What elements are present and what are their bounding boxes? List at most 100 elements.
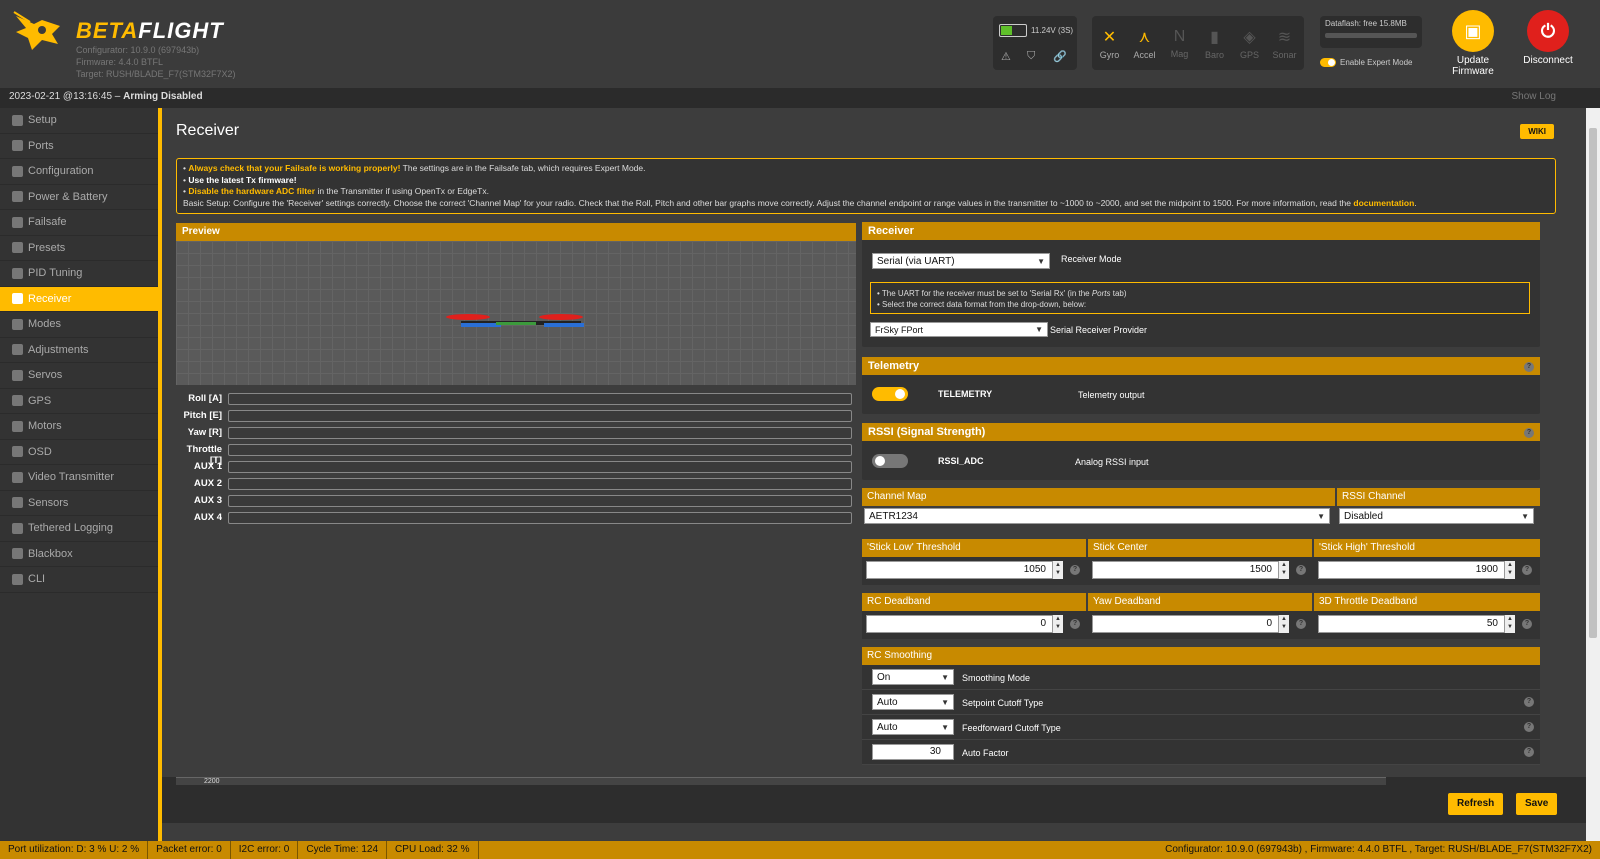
sidebar-item-label: CLI xyxy=(28,573,46,586)
refresh-button[interactable]: Refresh xyxy=(1448,793,1504,815)
sidebar-item-adjustments[interactable]: Adjustments xyxy=(0,338,160,363)
disconnect-button[interactable]: ⏻ Disconnect xyxy=(1512,10,1584,66)
stepper-icon[interactable]: ▲ ▼ xyxy=(1504,561,1515,579)
sidebar-item-ports[interactable]: Ports xyxy=(0,134,160,159)
sidebar-item-icon xyxy=(12,191,23,203)
stepper-icon[interactable]: ▲ ▼ xyxy=(1278,561,1289,579)
rc-deadband-input[interactable]: 0 xyxy=(866,615,1063,633)
telemetry-toggle[interactable] xyxy=(872,387,908,401)
documentation-link[interactable]: documentation xyxy=(1353,198,1414,208)
sidebar-item-sensors[interactable]: Sensors xyxy=(0,491,160,516)
save-button[interactable]: Save xyxy=(1516,793,1558,815)
help-icon[interactable]: ? xyxy=(1524,722,1534,732)
channel-map-input[interactable]: AETR1234 ▼ xyxy=(864,508,1330,524)
smoothing-value: Auto xyxy=(877,721,898,733)
show-log-link[interactable]: Show Log xyxy=(1512,91,1556,102)
rc-graph: 2200 xyxy=(176,777,1386,785)
help-icon[interactable]: ? xyxy=(1070,565,1080,575)
sidebar-item-power-battery[interactable]: Power & Battery xyxy=(0,185,160,210)
sidebar-item-failsafe[interactable]: Failsafe xyxy=(0,210,160,236)
sidebar-item-label: Tethered Logging xyxy=(28,522,114,535)
stick-center-input[interactable]: 1500 xyxy=(1092,561,1289,579)
smoothing-row: On ▼ Smoothing Mode xyxy=(862,665,1540,690)
rssi-toggle[interactable] xyxy=(872,454,908,468)
sidebar-item-label: Presets xyxy=(28,241,66,254)
channel-row: AUX 2 xyxy=(176,477,856,491)
stepper-icon[interactable]: ▲ ▼ xyxy=(1052,615,1063,633)
channel-meter xyxy=(228,393,852,405)
stick-low-header: 'Stick Low' Threshold xyxy=(862,539,1086,557)
receiver-notes: • Always check that your Failsafe is wor… xyxy=(176,158,1556,214)
wiki-button[interactable]: WIKI xyxy=(1520,124,1554,139)
help-icon[interactable]: ? xyxy=(1522,565,1532,575)
sidebar-item-motors[interactable]: Motors xyxy=(0,414,160,440)
sidebar-item-tethered-logging[interactable]: Tethered Logging xyxy=(0,516,160,542)
uart-note-2: • Select the correct data format from th… xyxy=(877,300,1087,309)
uart-note-ports: Ports xyxy=(1091,289,1111,298)
sidebar-item-blackbox[interactable]: Blackbox xyxy=(0,542,160,567)
help-icon[interactable]: ? xyxy=(1524,697,1534,707)
sidebar-item-pid-tuning[interactable]: PID Tuning xyxy=(0,261,160,287)
smoothing-select[interactable]: Auto ▼ xyxy=(872,694,954,710)
smoothing-row: 30 Auto Factor? xyxy=(862,740,1540,765)
sonar-icon: ≋ xyxy=(1277,28,1292,46)
stick-low-input[interactable]: 1050 xyxy=(866,561,1063,579)
sidebar-item-presets[interactable]: Presets xyxy=(0,236,160,261)
receiver-mode-select[interactable]: Serial (via UART) ▼ xyxy=(872,253,1050,269)
bottom-bar: 2200 Refresh Save xyxy=(162,777,1586,823)
dataflash-bar xyxy=(1325,33,1417,38)
sidebar-item-receiver[interactable]: Receiver xyxy=(0,286,160,312)
sidebar-item-icon xyxy=(12,318,23,330)
cpu-load: CPU Load: 32 % xyxy=(387,841,479,859)
sidebar-item-gps[interactable]: GPS xyxy=(0,389,160,414)
sidebar-item-label: Modes xyxy=(28,318,62,331)
sidebar-item-video-transmitter[interactable]: Video Transmitter xyxy=(0,465,160,491)
chevron-down-icon: ▼ xyxy=(1521,511,1529,521)
scrollbar[interactable] xyxy=(1586,108,1600,841)
help-icon[interactable]: ? xyxy=(1524,428,1534,438)
scrollbar-thumb[interactable] xyxy=(1589,128,1597,638)
throttle-deadband-input[interactable]: 50 xyxy=(1318,615,1515,633)
stepper-icon[interactable]: ▲ ▼ xyxy=(1052,561,1063,579)
main-content: Receiver WIKI • Always check that your F… xyxy=(162,108,1586,841)
rssi-header: RSSI (Signal Strength) xyxy=(862,423,1540,441)
help-icon[interactable]: ? xyxy=(1524,362,1534,372)
smoothing-label: Setpoint Cutoff Type xyxy=(962,698,1044,708)
update-label-2: Firmware xyxy=(1452,66,1494,77)
rssi-desc: Analog RSSI input xyxy=(1075,457,1149,467)
sidebar-item-label: Adjustments xyxy=(28,343,89,356)
expert-mode-switch[interactable] xyxy=(1320,58,1336,67)
stepper-icon[interactable]: ▲ ▼ xyxy=(1278,615,1289,633)
yaw-deadband-input[interactable]: 0 xyxy=(1092,615,1289,633)
sidebar-item-icon xyxy=(12,497,23,509)
help-icon[interactable]: ? xyxy=(1070,619,1080,629)
expert-mode-toggle[interactable]: Enable Expert Mode xyxy=(1320,58,1413,67)
sidebar-item-label: Motors xyxy=(28,420,62,433)
help-icon[interactable]: ? xyxy=(1296,619,1306,629)
sidebar-item-modes[interactable]: Modes xyxy=(0,312,160,338)
stepper-icon[interactable]: ▲ ▼ xyxy=(1504,615,1515,633)
auto-factor-input[interactable]: 30 xyxy=(872,744,954,760)
serial-provider-select[interactable]: FrSky FPort ▼ xyxy=(870,322,1048,337)
stick-high-input[interactable]: 1900 xyxy=(1318,561,1515,579)
sidebar-item-configuration[interactable]: Configuration xyxy=(0,159,160,185)
channel-label: Yaw [R] xyxy=(187,427,222,438)
rssi-channel-select[interactable]: Disabled ▼ xyxy=(1339,508,1534,524)
update-firmware-button[interactable]: ▣ Update Firmware xyxy=(1443,10,1503,77)
target-info: Target: RUSH/BLADE_F7(STM32F7X2) xyxy=(76,69,236,79)
smoothing-select[interactable]: Auto ▼ xyxy=(872,719,954,735)
sensor-baro: ▮ Baro xyxy=(1197,16,1232,70)
sidebar-item-cli[interactable]: CLI xyxy=(0,567,160,593)
help-icon[interactable]: ? xyxy=(1296,565,1306,575)
channel-meter xyxy=(228,495,852,507)
sidebar-item-servos[interactable]: Servos xyxy=(0,363,160,389)
smoothing-select[interactable]: On ▼ xyxy=(872,669,954,685)
sidebar-item-osd[interactable]: OSD xyxy=(0,440,160,465)
warning-icon: ⚠ xyxy=(1001,51,1011,63)
help-icon[interactable]: ? xyxy=(1522,619,1532,629)
sidebar-item-icon xyxy=(12,369,23,381)
sidebar-item-setup[interactable]: Setup xyxy=(0,108,160,134)
help-icon[interactable]: ? xyxy=(1524,747,1534,757)
note-adc-bold: Disable the hardware ADC filter xyxy=(188,186,316,196)
sidebar-item-label: Setup xyxy=(28,114,57,127)
